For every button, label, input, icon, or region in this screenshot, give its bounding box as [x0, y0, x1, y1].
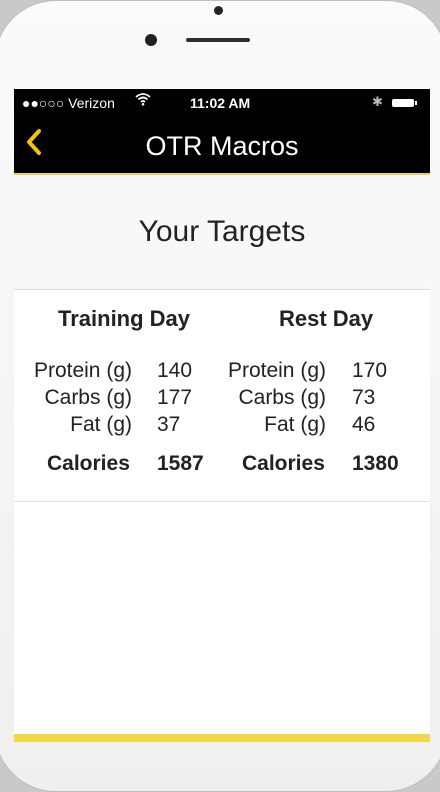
status-bar: ●●○○○ Verizon 11:02 AM ✱	[14, 89, 430, 117]
rest-fat-label: Fat (g)	[264, 413, 326, 436]
battery-icon	[392, 99, 417, 107]
rest-calories-label: Calories	[242, 452, 325, 475]
training-protein-value: 140	[157, 359, 193, 382]
rest-protein-label: Protein (g)	[227, 359, 326, 382]
page-title: OTR Macros	[145, 131, 299, 161]
training-calories-value: 1587	[157, 452, 204, 475]
bottom-accent-bar	[14, 734, 430, 742]
earpiece-speaker	[186, 38, 250, 42]
rest-fat-value: 46	[352, 413, 376, 436]
camera-dot	[214, 6, 223, 15]
training-protein-label: Protein (g)	[33, 359, 132, 382]
training-fat-value: 37	[157, 413, 181, 436]
rest-protein-value: 170	[352, 359, 388, 382]
status-time: 11:02 AM	[190, 95, 251, 111]
targets-header: Your Targets	[14, 175, 430, 290]
targets-title: Your Targets	[138, 215, 306, 248]
rest-carbs-label: Carbs (g)	[238, 386, 326, 409]
app-screen: ●●○○○ Verizon 11:02 AM ✱ OTR Macros Your…	[14, 89, 430, 742]
training-day-heading: Training Day	[58, 306, 191, 331]
rest-day-heading: Rest Day	[279, 306, 374, 331]
training-carbs-label: Carbs (g)	[44, 386, 132, 409]
training-calories-label: Calories	[47, 452, 130, 475]
wifi-icon	[135, 92, 151, 109]
carrier-label: ●●○○○ Verizon	[22, 95, 115, 111]
section-divider	[14, 501, 430, 502]
navigation-bar: OTR Macros	[14, 117, 430, 175]
front-camera	[145, 34, 157, 46]
training-fat-label: Fat (g)	[70, 413, 132, 436]
bluetooth-icon: ✱	[372, 94, 383, 109]
rest-calories-value: 1380	[352, 452, 399, 475]
rest-carbs-value: 73	[352, 386, 376, 409]
training-carbs-value: 177	[157, 386, 193, 409]
